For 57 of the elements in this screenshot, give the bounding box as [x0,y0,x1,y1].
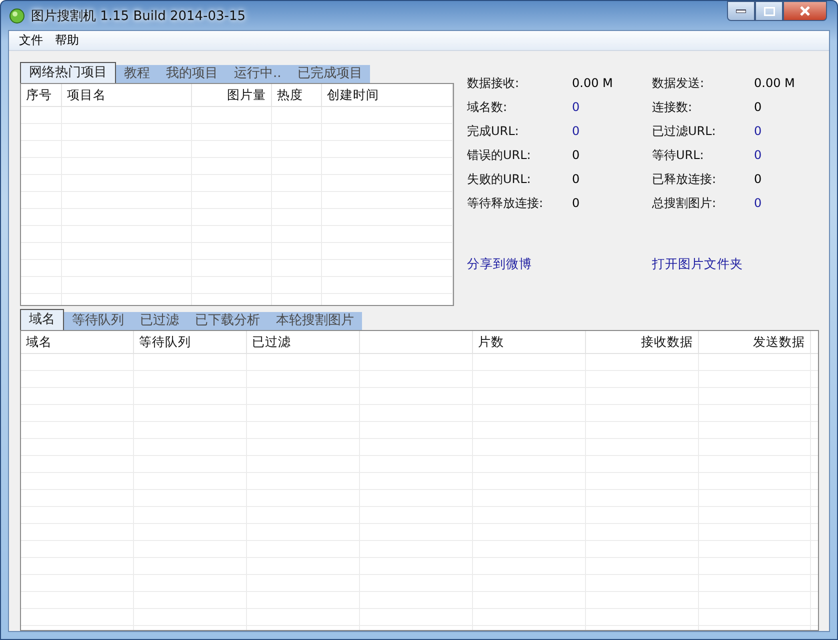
column-header[interactable]: 等待队列 [139,334,191,349]
stat-value: 0 [754,196,763,210]
stat-label: 连接数: [652,98,694,116]
tab[interactable]: 运行中.. [226,65,290,83]
maximize-button[interactable] [755,1,783,21]
stat-value: 0 [572,124,581,138]
column-header[interactable]: 创建时间 [327,87,379,102]
stat-label: 数据接收: [467,74,520,92]
stat-value: 0 [754,124,763,138]
stat-label: 已过滤URL: [652,122,717,140]
column-header[interactable]: 发送数据 [753,334,805,349]
column-header[interactable]: 序号 [26,87,52,102]
stat-label: 完成URL: [467,122,520,140]
tab[interactable]: 已下载分析 [187,312,268,330]
close-button[interactable] [783,1,827,21]
link[interactable]: 分享到微博 [467,256,532,271]
stat-value: 0 [754,172,763,186]
tab[interactable]: 已完成项目 [289,65,370,83]
tab[interactable]: 等待队列 [64,312,132,330]
stat-label: 总搜割图片: [652,194,718,212]
stat-value: 0 [572,196,581,210]
stat-label: 等待URL: [652,146,705,164]
tab[interactable]: 网络热门项目 [20,62,116,83]
minimize-icon [736,9,746,13]
stat-label: 失败的URL: [467,170,532,188]
stat-label: 错误的URL: [467,146,532,164]
tab[interactable]: 本轮搜割图片 [268,312,362,330]
app-icon [9,8,25,24]
stat-value: 0 [572,148,581,162]
menu-item[interactable]: 帮助 [49,31,85,50]
stat-value: 0 [572,100,581,114]
stat-value: 0.00 M [572,76,614,90]
column-header[interactable]: 热度 [277,87,303,102]
column-header[interactable]: 片数 [478,334,504,349]
stat-value: 0.00 M [754,76,796,90]
minimize-button[interactable] [727,1,755,21]
column-header[interactable]: 项目名 [67,87,106,102]
column-header[interactable]: 图片量 [227,87,266,102]
tab[interactable]: 域名 [20,309,64,330]
column-header[interactable]: 已过滤 [252,334,291,349]
stat-value: 0 [754,100,763,114]
window-title: 图片搜割机 1.15 Build 2014-03-15 [31,8,246,24]
close-icon [799,6,811,16]
tab[interactable]: 已过滤 [132,312,187,330]
column-header[interactable]: 域名 [26,334,52,349]
stat-value: 0 [572,172,581,186]
stat-label: 等待释放连接: [467,194,544,212]
menu-item[interactable]: 文件 [13,31,49,50]
column-header[interactable]: 接收数据 [641,334,693,349]
stat-label: 域名数: [467,98,508,116]
maximize-icon [764,6,774,16]
stat-value: 0 [754,148,763,162]
stat-label: 已释放连接: [652,170,718,188]
tab[interactable]: 我的项目 [158,65,226,83]
link[interactable]: 打开图片文件夹 [652,256,743,271]
tab[interactable]: 教程 [116,65,158,83]
stat-label: 数据发送: [652,74,706,92]
